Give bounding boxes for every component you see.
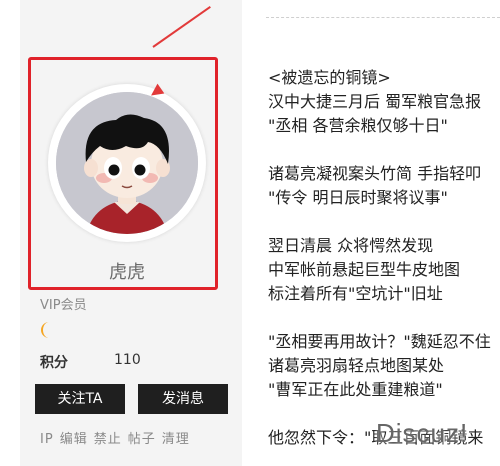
user-group[interactable]: VIP会员 — [40, 294, 87, 313]
post-line: "丞相 各营余粮仅够十日" — [268, 116, 448, 135]
username[interactable]: 虎虎 — [0, 258, 254, 284]
post-line: "丞相要再用故计？"魏延忍不住 — [268, 332, 491, 351]
admin-link-posts[interactable]: 帖子 — [128, 432, 156, 447]
points-label: 积分 — [40, 355, 68, 371]
post-line: 中军帐前悬起巨型牛皮地图 — [268, 260, 461, 279]
admin-link-ip[interactable]: IP — [40, 432, 54, 447]
moon-icon — [40, 321, 56, 343]
discuz-watermark: Discuz! — [376, 418, 469, 448]
content-divider — [266, 17, 500, 18]
page-margin — [0, 0, 20, 466]
post-line: "传令 明日辰时聚将议事" — [268, 188, 448, 207]
post-line — [268, 210, 500, 234]
post-line: "曹军正在此处重建粮道" — [268, 380, 443, 399]
admin-link-clean[interactable]: 清理 — [162, 432, 190, 447]
post-content: <被遗忘的铜镜> 汉中大捷三月后 蜀军粮官急报 "丞相 各营余粮仅够十日" 诸葛… — [268, 66, 500, 450]
post-line — [268, 306, 500, 330]
send-message-button[interactable]: 发消息 — [138, 384, 228, 414]
admin-link-edit[interactable]: 编辑 — [60, 432, 88, 447]
post-line: 翌日清晨 众将愕然发现 — [268, 236, 434, 255]
follow-button[interactable]: 关注TA — [35, 384, 125, 414]
admin-links: IP 编辑 禁止 帖子 清理 — [40, 428, 196, 447]
post-line: 诸葛亮羽扇轻点地图某处 — [268, 356, 445, 375]
avatar-highlight-frame — [28, 57, 218, 290]
post-line: 标注着所有"空坑计"旧址 — [268, 284, 443, 303]
post-line: 诸葛亮凝视案头竹简 手指轻叩 — [268, 164, 482, 183]
points-value: 110 — [114, 352, 141, 368]
post-line — [268, 138, 500, 162]
admin-link-ban[interactable]: 禁止 — [94, 432, 122, 447]
post-line: 汉中大捷三月后 蜀军粮官急报 — [268, 92, 482, 111]
post-line: <被遗忘的铜镜> — [268, 68, 391, 87]
